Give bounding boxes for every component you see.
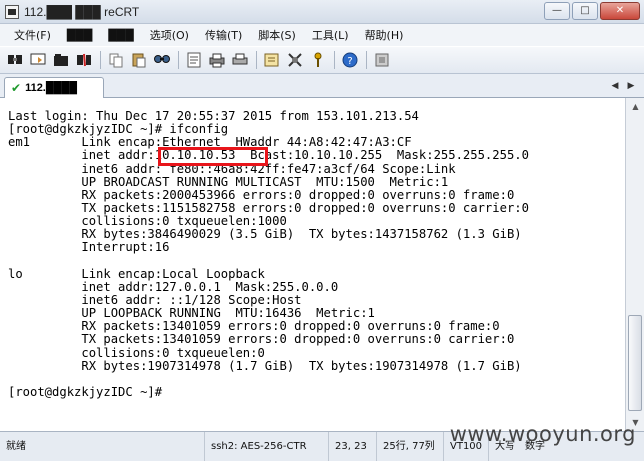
menu-script[interactable]: 脚本(S) [258,27,296,43]
terminal-line: inet addr:127.0.0.1 Mask:255.0.0.0 [8,279,339,294]
menu-edit[interactable]: ███ [67,29,92,42]
app-icon [5,4,19,19]
toolbar-separator [100,51,101,69]
key-icon[interactable] [309,51,327,69]
toolbar-separator [178,51,179,69]
connect-icon[interactable] [6,51,24,69]
window-controls: — □ ✕ [544,2,640,20]
session-tab-bar: ✔ 112.████ ◀ ▶ [0,74,644,98]
menu-options[interactable]: 选项(O) [150,27,189,43]
window-title: 112.███ ███ reCRT [24,4,140,19]
toolbar-separator [256,51,257,69]
terminal-line: UP BROADCAST RUNNING MULTICAST MTU:1500 … [8,174,449,189]
toolbar-separator [366,51,367,69]
menu-bar: 文件(F) ███ ███ 选项(O) 传输(T) 脚本(S) 工具(L) 帮助… [0,24,644,46]
terminal-line: lo Link encap:Local Loopback [8,266,265,281]
status-ready: 就绪 [0,431,205,461]
terminal-line: RX bytes:1907314978 (1.7 GiB) TX bytes:1… [8,358,522,373]
connected-check-icon: ✔ [11,81,22,95]
status-size: 25行, 77列 [377,431,444,461]
minimize-button[interactable]: — [544,2,570,20]
terminal-line: TX packets:13401059 errors:0 dropped:0 o… [8,332,515,347]
sftp-icon[interactable] [373,51,391,69]
help-icon[interactable]: ? [341,51,359,69]
menu-tools[interactable]: 工具(L) [312,27,349,43]
menu-transfer[interactable]: 传输(T) [205,27,242,43]
status-protocol: ssh2: AES-256-CTR [205,431,329,461]
print-setup-icon[interactable] [185,51,203,69]
toolbar-separator [334,51,335,69]
terminal-line: inet addr:10.10.10.53 Bcast:10.10.10.255… [8,148,529,163]
session-options-icon[interactable] [263,51,281,69]
title-bar: 112.███ ███ reCRT — □ ✕ [0,0,644,24]
close-button[interactable]: ✕ [600,2,640,20]
print-screen-icon[interactable] [231,51,249,69]
terminal-line: [root@dgkzkjyzIDC ~]# [8,384,163,399]
menu-view[interactable]: ███ [108,29,133,42]
scrollbar-thumb[interactable] [628,315,642,411]
tab-scroll-right-icon[interactable]: ▶ [624,79,638,93]
svg-text:?: ? [347,56,352,67]
menu-file[interactable]: 文件(F) [14,27,51,43]
scroll-up-icon[interactable]: ▲ [627,98,644,115]
session-tab-label: 112.████ [25,82,78,94]
tab-scroll-left-icon[interactable]: ◀ [608,79,622,93]
paste-icon[interactable] [130,51,148,69]
find-icon[interactable] [153,51,171,69]
tab-icon[interactable] [52,51,70,69]
print-icon[interactable] [208,51,226,69]
terminal-line: Interrupt:16 [8,240,170,255]
terminal-line: RX packets:2000453966 errors:0 dropped:0… [8,187,515,202]
copy-icon[interactable] [107,51,125,69]
session-tab[interactable]: ✔ 112.████ [4,77,104,98]
status-cursor: 23, 23 [329,431,377,461]
menu-help[interactable]: 帮助(H) [365,27,404,43]
disconnect-icon[interactable] [75,51,93,69]
toolbar: ? [0,46,644,74]
terminal-output[interactable]: Last login: Thu Dec 17 20:55:37 2015 fro… [0,98,625,431]
keymap-icon[interactable] [286,51,304,69]
watermark-text: www.wooyun.org [449,422,636,446]
terminal-line: inet6 addr: fe80::46a8:42ff:fe47:a3cf/64… [8,161,456,176]
ip-highlight-box [158,147,268,166]
quick-connect-icon[interactable] [29,51,47,69]
terminal-line: collisions:0 txqueuelen:0 [8,345,265,360]
maximize-button[interactable]: □ [572,2,598,20]
tab-navigation: ◀ ▶ [608,79,638,93]
terminal-scrollbar[interactable]: ▲ ▼ [625,98,644,431]
